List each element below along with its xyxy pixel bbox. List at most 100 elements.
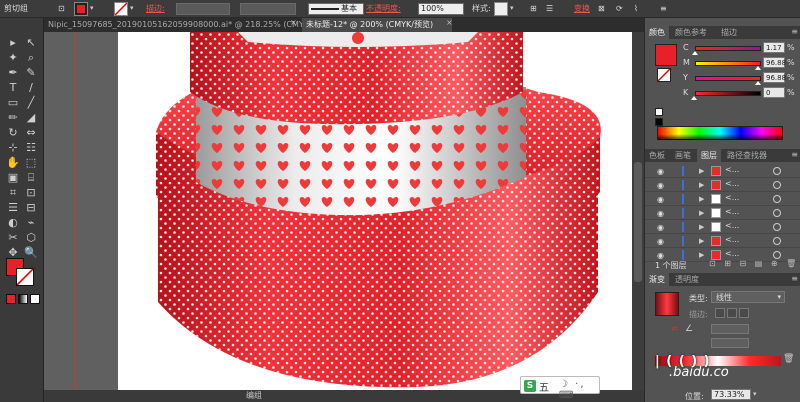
tab-transparency[interactable]: 透明度 <box>671 273 703 286</box>
none-mode-button[interactable] <box>30 294 40 304</box>
gradient-preview[interactable] <box>655 292 679 316</box>
expand-icon[interactable]: ▶ <box>699 209 704 217</box>
stroke-gradient-btn-3[interactable] <box>739 308 749 318</box>
channel-k-slider[interactable] <box>691 91 761 100</box>
slider-handle[interactable] <box>691 51 698 55</box>
isolate-icon[interactable]: ⊠ <box>598 2 605 16</box>
panel-menu-icon[interactable]: ≡ <box>791 27 798 36</box>
slider-handle[interactable] <box>691 96 697 100</box>
channel-y-value[interactable]: 96.88 <box>763 72 786 83</box>
warp-tool-icon[interactable]: ☷ <box>24 141 38 155</box>
close-icon[interactable]: × <box>290 18 297 27</box>
gradient-tool-icon[interactable]: ⌗ <box>6 186 20 200</box>
curvature-tool-icon[interactable]: ✎ <box>24 66 38 80</box>
eye-icon[interactable]: ◉ <box>657 223 664 232</box>
layer-name[interactable]: <... <box>725 221 739 230</box>
fill-color-swatch[interactable] <box>655 44 677 66</box>
ime-icons[interactable]: ☽ ·, ⌨ <box>559 379 599 401</box>
tab-pathfinder[interactable]: 路径查找器 <box>723 149 771 162</box>
shape-builder-tool-icon[interactable]: ⬡ <box>24 231 38 245</box>
expand-icon[interactable]: ▶ <box>699 237 704 245</box>
tab-document-2[interactable]: 未标题-12* @ 200% (CMYK/预览) <box>302 18 452 32</box>
type-tool-icon[interactable]: T <box>6 81 20 95</box>
tab-color-guide[interactable]: 颜色参考 <box>671 26 711 39</box>
slider-handle[interactable] <box>754 81 761 85</box>
reflect-tool-icon[interactable]: ⇔ <box>24 126 38 140</box>
eye-icon[interactable]: ◉ <box>657 195 664 204</box>
layer-footer-icons[interactable]: ⊡ ⊞ ⊟ ▤ ⊕ 🗑 <box>709 259 799 268</box>
tab-stroke[interactable]: 描边 <box>717 26 741 39</box>
transform-label[interactable]: 变换 <box>574 2 590 16</box>
delete-stop-icon[interactable]: 🗑 <box>783 354 794 364</box>
layer-name[interactable]: <... <box>725 193 739 202</box>
hand-tool-icon[interactable]: ✋ <box>6 156 20 170</box>
more-options-icon[interactable]: ≡ <box>660 2 667 16</box>
chevron-down-icon[interactable]: ▾ <box>753 390 757 398</box>
zoom-tool-icon[interactable]: 🔍 <box>24 246 38 260</box>
stroke-gradient-btn-1[interactable] <box>715 308 725 318</box>
transform-icon[interactable]: ⊡ <box>58 2 65 16</box>
color-mode-button[interactable] <box>6 294 16 304</box>
target-icon[interactable] <box>773 251 781 259</box>
target-icon[interactable] <box>773 209 781 217</box>
symbol-tool-icon[interactable]: ⊟ <box>24 201 38 215</box>
perspective-tool-icon[interactable]: ⌁ <box>24 216 38 230</box>
layer-row[interactable]: ◉ ▶ <... <box>645 220 800 234</box>
artwork-heart-gift-box[interactable] <box>118 32 638 392</box>
expand-icon[interactable]: ▶ <box>699 167 704 175</box>
mesh-tool-icon[interactable]: ⌸ <box>24 171 38 185</box>
rotate-tool-icon[interactable]: ↻ <box>6 126 20 140</box>
tab-gradient[interactable]: 渐变 <box>645 273 669 286</box>
lasso-tool-icon[interactable]: ⌕ <box>24 51 38 65</box>
layer-name[interactable]: <... <box>725 207 739 216</box>
stroke-swatch[interactable] <box>114 2 128 16</box>
tab-swatches[interactable]: 色板 <box>645 149 669 162</box>
brush-dropdown[interactable]: 基本 <box>308 3 364 15</box>
selection-tool-icon[interactable]: ▸ <box>6 36 20 50</box>
target-icon[interactable] <box>773 167 781 175</box>
reverse-gradient-icon[interactable]: ⇄ <box>671 324 678 333</box>
layer-name[interactable]: <... <box>725 165 739 174</box>
eye-icon[interactable]: ◉ <box>657 237 664 246</box>
warp-icon[interactable]: ⌇ <box>634 2 638 16</box>
layer-row[interactable]: ◉ ▶ <... <box>645 206 800 220</box>
stroke-weight-dropdown[interactable] <box>176 3 230 15</box>
gradient-mode-button[interactable] <box>18 294 28 304</box>
stroke-color-swatch[interactable] <box>657 68 671 82</box>
scissors-tool-icon[interactable]: ✂ <box>6 231 20 245</box>
layer-row[interactable]: ◉ ▶ <... <box>645 164 800 178</box>
layer-name[interactable]: <... <box>725 249 739 258</box>
close-icon[interactable]: × <box>446 18 453 27</box>
eye-icon[interactable]: ◉ <box>657 167 664 176</box>
tab-document-1[interactable]: Nipic_15097685_20190105162059908000.ai* … <box>44 18 331 32</box>
target-icon[interactable] <box>773 223 781 231</box>
gradient-ratio-input[interactable] <box>711 338 749 348</box>
opacity-input[interactable]: 100% <box>418 3 464 15</box>
expand-icon[interactable]: ▶ <box>699 195 704 203</box>
line-tool-icon[interactable]: ∕ <box>24 81 38 95</box>
tab-brushes[interactable]: 画笔 <box>671 149 695 162</box>
fill-swatch-wrap[interactable] <box>74 2 88 16</box>
canvas-area[interactable] <box>44 32 644 392</box>
eye-icon[interactable]: ◉ <box>657 209 664 218</box>
vertical-scrollbar[interactable] <box>632 32 644 392</box>
black-swatch[interactable] <box>655 118 663 126</box>
expand-icon[interactable]: ▶ <box>699 223 704 231</box>
chevron-down-icon[interactable]: ▾ <box>90 4 94 12</box>
variable-width-dropdown[interactable] <box>240 3 296 15</box>
white-swatch[interactable] <box>655 108 663 116</box>
tool-stroke-swatch[interactable] <box>16 268 34 286</box>
layer-row[interactable]: ◉ ▶ <... <box>645 234 800 248</box>
channel-m-slider[interactable] <box>695 61 761 70</box>
eye-icon[interactable]: ◉ <box>657 181 664 190</box>
tab-color[interactable]: 颜色 <box>645 26 669 39</box>
artboard[interactable] <box>118 32 638 392</box>
document-setup-icon[interactable]: ⊞ <box>530 2 537 16</box>
target-icon[interactable] <box>773 181 781 189</box>
panel-menu-icon[interactable]: ≡ <box>791 150 798 159</box>
channel-c-slider[interactable] <box>691 46 761 55</box>
opacity-label[interactable]: 不透明度: <box>366 2 401 16</box>
direct-selection-tool-icon[interactable]: ↖ <box>24 36 38 50</box>
stroke-label[interactable]: 描边: <box>146 2 165 16</box>
panel-menu-icon[interactable]: ≡ <box>791 274 798 283</box>
